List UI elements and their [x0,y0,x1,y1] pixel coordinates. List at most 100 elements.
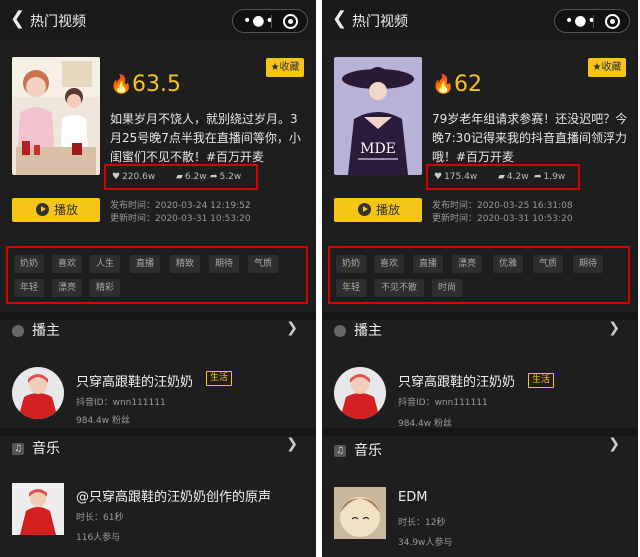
tag[interactable]: 气质 [533,255,563,273]
tag[interactable]: 时尚 [432,279,462,297]
play-button[interactable]: 播放 [12,198,100,222]
video-description: 79岁老年组请求参赛！还没迟吧？今晚7:30记得来我的抖音直播间领浮力哦！#百万… [432,112,628,164]
music-duration: 时长：61秒 [76,513,124,523]
tag[interactable]: 期待 [209,255,239,273]
likes-stat: ♥ 175.4w [434,172,477,182]
douyin-id: 抖音ID：wnn111111 [76,398,166,408]
tag[interactable]: 精彩 [90,279,120,297]
chevron-left-icon[interactable]: ❮ [332,9,348,29]
music-note-icon: ♫ [12,443,24,455]
tag-list: 奶奶 喜欢 直播 漂亮 优雅 气质 期待 年轻 不见不散 时尚 [328,246,630,304]
nav-bar: ❮ 热门视频 •●• [0,0,316,40]
target-icon[interactable] [283,14,298,29]
play-icon [358,203,371,216]
chevron-right-icon[interactable]: ❯ [286,320,298,336]
more-dots-icon[interactable]: •●• [243,12,275,30]
avatar[interactable] [12,367,64,419]
play-label: 播放 [376,203,401,217]
tag[interactable]: 奶奶 [336,255,366,273]
comments-stat: ▰ 6.2w [176,172,207,182]
tag[interactable]: 优雅 [493,255,523,273]
tag[interactable]: 直播 [130,255,160,273]
tag[interactable]: 不见不散 [374,279,424,297]
tag[interactable]: 年轻 [14,279,44,297]
music-note-icon: ♫ [334,445,346,457]
tag[interactable]: 期待 [573,255,603,273]
fire-icon: 🔥 [110,74,133,95]
tag[interactable]: 人生 [90,255,120,273]
play-label: 播放 [54,203,79,217]
update-time: 更新时间：2020-03-31 10:53:20 [432,214,573,224]
tag[interactable]: 气质 [248,255,278,273]
chevron-right-icon[interactable]: ❯ [286,436,298,452]
video-detail-panel-2: ❮ 热门视频 •●• MDE 🔥 62 ★收藏 79岁老年组请求参赛！还没迟吧？… [322,0,638,557]
tag[interactable]: 漂亮 [452,255,482,273]
host-name[interactable]: 只穿高跟鞋的汪奶奶 [76,371,193,390]
favorite-button[interactable]: ★收藏 [266,58,304,77]
hot-value: 62 [454,72,482,97]
host-icon [12,325,24,337]
stats-row: ♥ 220.6w ▰ 6.2w ➦ 5.2w [104,164,258,190]
host-icon [334,325,346,337]
video-cover[interactable]: MDE [334,57,422,175]
page-title: 热门视频 [352,14,408,30]
play-icon [36,203,49,216]
music-participants: 116人参与 [76,533,121,543]
shares-stat: ➦ 1.9w [534,172,565,182]
video-detail-panel-1: ❮ 热门视频 •●• 🔥 63.5 ★收藏 如果岁月不饶人，就别绕过岁月。3月2… [0,0,316,557]
music-section-title: 音乐 [354,443,382,459]
tag[interactable]: 喜欢 [374,255,404,273]
host-section-title: 播主 [354,323,382,339]
tag[interactable]: 奶奶 [14,255,44,273]
music-cover[interactable] [12,483,64,535]
video-cover[interactable] [12,57,100,175]
publish-time: 发布时间：2020-03-25 16:31:08 [432,201,573,211]
tag[interactable]: 漂亮 [52,279,82,297]
music-title[interactable]: EDM [398,490,427,505]
favorite-label: 收藏 [601,62,622,73]
music-duration: 时长：12秒 [398,518,446,528]
host-name[interactable]: 只穿高跟鞋的汪奶奶 [398,371,515,390]
capsule-divider [271,15,272,28]
capsule-divider [593,15,594,28]
chevron-right-icon[interactable]: ❯ [608,436,620,452]
tag[interactable]: 年轻 [336,279,366,297]
play-button[interactable]: 播放 [334,198,422,222]
chevron-right-icon[interactable]: ❯ [608,320,620,336]
share-icon: ➦ [534,172,542,182]
target-icon[interactable] [605,14,620,29]
section-divider [0,312,316,320]
page-title: 热门视频 [30,14,86,30]
mini-program-capsule: •●• [232,9,308,33]
likes-count: 220.6w [122,172,156,182]
fire-icon: 🔥 [432,74,455,95]
tag-list: 奶奶 喜欢 人生 直播 精致 期待 气质 年轻 漂亮 精彩 [6,246,308,304]
share-icon: ➦ [210,172,218,182]
comments-stat: ▰ 4.2w [498,172,529,182]
tag[interactable]: 精致 [170,255,200,273]
hot-value: 63.5 [132,72,181,97]
tag[interactable]: 喜欢 [52,255,82,273]
music-cover[interactable] [334,487,386,539]
favorite-label: 收藏 [279,62,300,73]
tag[interactable]: 直播 [413,255,443,273]
shares-stat: ➦ 5.2w [210,172,241,182]
heart-icon: ♥ [434,172,443,182]
favorite-button[interactable]: ★收藏 [588,58,626,77]
avatar[interactable] [334,367,386,419]
music-section-title: 音乐 [32,441,60,457]
chevron-left-icon[interactable]: ❮ [10,9,26,29]
likes-stat: ♥ 220.6w [112,172,155,182]
section-divider [322,428,638,436]
more-dots-icon[interactable]: •●• [565,12,597,30]
nav-bar: ❮ 热门视频 •●• [322,0,638,40]
douyin-id: 抖音ID：wnn111111 [398,398,488,408]
music-title[interactable]: @只穿高跟鞋的汪奶奶创作的原声 [76,486,271,505]
cover-caption: MDE [360,141,396,157]
fans-count: 984.4w 粉丝 [76,416,130,426]
update-time: 更新时间：2020-03-31 10:53:20 [110,214,251,224]
publish-time: 发布时间：2020-03-24 12:19:52 [110,201,251,211]
comment-icon: ▰ [498,172,505,182]
video-description: 如果岁月不饶人，就别绕过岁月。3月25号晚7点半我在直播间等你，小闺蜜们不见不散… [110,112,301,164]
host-section-title: 播主 [32,323,60,339]
